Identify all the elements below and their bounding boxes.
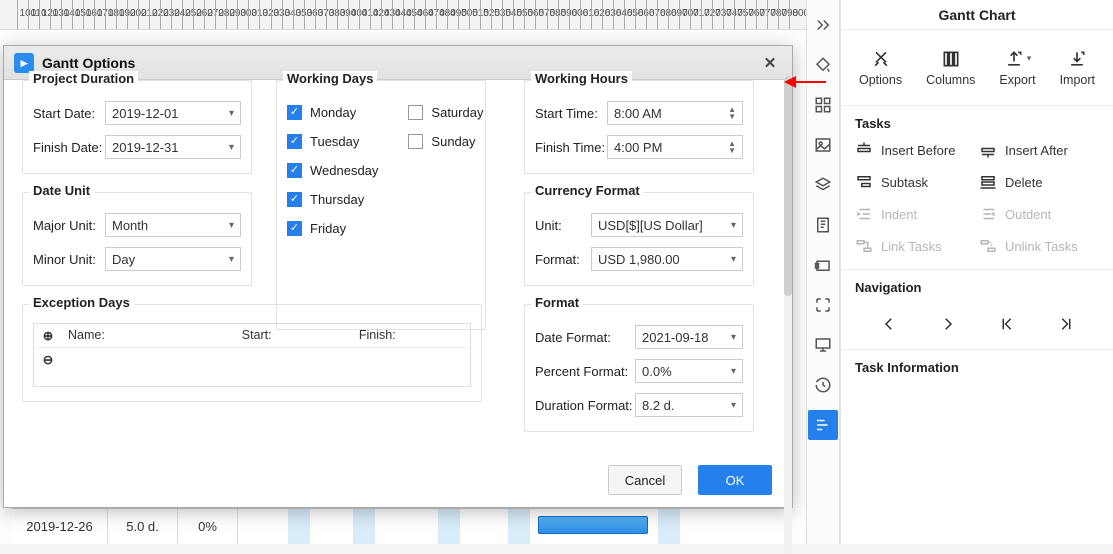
panel-title: Gantt Chart xyxy=(841,0,1113,30)
tasks-section-header: Tasks xyxy=(841,106,1113,137)
task-information-header: Task Information xyxy=(841,350,1113,381)
outdent-button: Outdent xyxy=(979,205,1099,223)
fill-icon[interactable] xyxy=(808,50,838,80)
canvas-area: 1001101201301401501601701801902002102202… xyxy=(0,0,806,544)
ok-button[interactable]: OK xyxy=(698,465,772,495)
currency-format-select[interactable]: USD 1,980.00▾ xyxy=(591,247,743,271)
nav-next-icon[interactable] xyxy=(934,313,962,335)
date-format-select[interactable]: 2021-09-18▾ xyxy=(635,325,743,349)
component-icon[interactable] xyxy=(808,250,838,280)
finish-date-field[interactable]: 2019-12-31▾ xyxy=(105,135,241,159)
project-duration-group: Project Duration Start Date: 2019-12-01▾… xyxy=(22,80,252,174)
panel-toolbar: Options Columns ▾ Export Import xyxy=(841,30,1113,106)
image-icon[interactable] xyxy=(808,130,838,160)
nav-last-icon[interactable] xyxy=(1052,313,1080,335)
chevron-down-icon: ▾ xyxy=(1027,53,1032,64)
nav-prev-icon[interactable] xyxy=(875,313,903,335)
saturday-checkbox[interactable] xyxy=(408,105,423,120)
page-icon[interactable] xyxy=(808,210,838,240)
minor-unit-select[interactable]: Day▾ xyxy=(105,247,241,271)
expand-icon[interactable] xyxy=(808,290,838,320)
percent-format-select[interactable]: 0.0%▾ xyxy=(635,359,743,383)
gantt-bar[interactable] xyxy=(538,516,648,534)
options-button[interactable]: Options xyxy=(859,49,902,87)
presentation-icon[interactable] xyxy=(808,330,838,360)
format-group: Format Date Format: 2021-09-18▾ Percent … xyxy=(524,304,754,432)
sunday-checkbox[interactable] xyxy=(408,134,423,149)
vertical-toolbar xyxy=(806,0,840,544)
ruler: 1001101201301401501601701801902002102202… xyxy=(0,0,806,30)
delete-button[interactable]: Delete xyxy=(979,173,1099,191)
app-logo-icon: ▸ xyxy=(14,53,34,73)
duration-format-select[interactable]: 8.2 d.▾ xyxy=(635,393,743,417)
insert-before-button[interactable]: Insert Before xyxy=(855,141,975,159)
dialog-title: Gantt Options xyxy=(42,55,135,71)
import-button[interactable]: Import xyxy=(1060,49,1095,87)
working-days-group: Working Days Monday Tuesday Wednesday Th… xyxy=(276,80,486,330)
gantt-row-duration: 5.0 d. xyxy=(108,509,178,544)
history-icon[interactable] xyxy=(808,370,838,400)
link-tasks-button: Link Tasks xyxy=(855,237,975,255)
currency-format-group: Currency Format Unit: USD[$][US Dollar]▾… xyxy=(524,192,754,286)
start-time-field[interactable]: 8:00 AM ▲▼ xyxy=(607,101,743,125)
monday-checkbox[interactable] xyxy=(287,105,302,120)
collapse-icon[interactable] xyxy=(808,10,838,40)
columns-button[interactable]: Columns xyxy=(926,49,975,87)
remove-exception-button[interactable]: ⊖ xyxy=(34,348,62,371)
insert-after-button[interactable]: Insert After xyxy=(979,141,1099,159)
add-exception-button[interactable]: ⊕ xyxy=(34,324,62,347)
currency-unit-select[interactable]: USD[$][US Dollar]▾ xyxy=(591,213,743,237)
dialog-footer: Cancel OK xyxy=(4,453,792,507)
gantt-options-dialog: ▸ Gantt Options ✕ Project Duration Start… xyxy=(3,45,793,508)
nav-first-icon[interactable] xyxy=(993,313,1021,335)
start-date-field[interactable]: 2019-12-01▾ xyxy=(105,101,241,125)
wednesday-checkbox[interactable] xyxy=(287,163,302,178)
gantt-panel: Gantt Chart Options Columns ▾ Export Imp… xyxy=(840,0,1113,544)
indent-button: Indent xyxy=(855,205,975,223)
cancel-button[interactable]: Cancel xyxy=(608,465,682,495)
layers-icon[interactable] xyxy=(808,170,838,200)
major-unit-select[interactable]: Month▾ xyxy=(105,213,241,237)
grid-icon[interactable] xyxy=(808,90,838,120)
gantt-row-date: 2019-12-26 xyxy=(12,509,108,544)
gantt-bar-area xyxy=(238,509,792,544)
unlink-tasks-button: Unlink Tasks xyxy=(979,237,1099,255)
gantt-row: 2019-12-26 5.0 d. 0% xyxy=(12,508,792,544)
finish-time-field[interactable]: 4:00 PM ▲▼ xyxy=(607,135,743,159)
subtask-button[interactable]: Subtask xyxy=(855,173,975,191)
thursday-checkbox[interactable] xyxy=(287,192,302,207)
tuesday-checkbox[interactable] xyxy=(287,134,302,149)
gantt-panel-icon[interactable] xyxy=(808,410,838,440)
friday-checkbox[interactable] xyxy=(287,221,302,236)
working-hours-group: Working Hours Start Time: 8:00 AM ▲▼ Fin… xyxy=(524,80,754,174)
gantt-row-progress: 0% xyxy=(178,509,238,544)
date-unit-group: Date Unit Major Unit: Month▾ Minor Unit:… xyxy=(22,192,252,286)
export-button[interactable]: ▾ Export xyxy=(999,49,1035,87)
close-icon[interactable]: ✕ xyxy=(758,51,782,75)
navigation-section-header: Navigation xyxy=(841,270,1113,301)
